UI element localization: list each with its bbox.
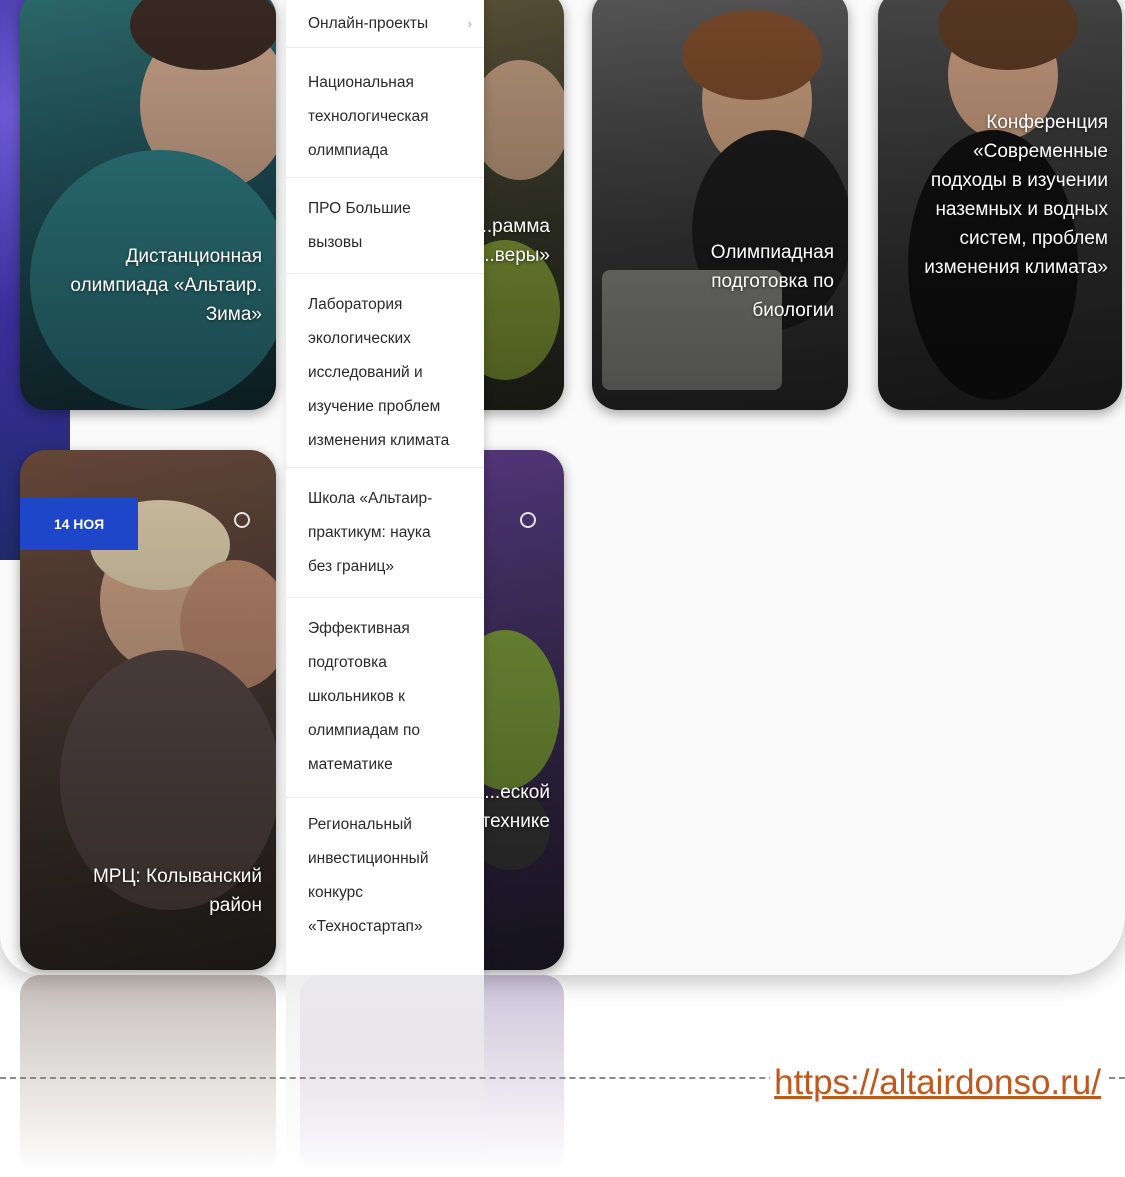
chevron-right-icon: ›	[467, 15, 472, 31]
clock-icon	[234, 512, 250, 528]
clock-icon	[520, 512, 536, 528]
date-badge: 14 НОЯ	[20, 498, 138, 550]
menu-item-label: Национальная технологическая олимпиада	[308, 74, 429, 159]
menu-item-math-olympiad-prep[interactable]: Эффективная подготовка школьников к олим…	[286, 598, 484, 798]
menu-item-technostartup[interactable]: Региональный инвестиционный конкурс «Тех…	[286, 798, 484, 958]
card-title: Дистанционная олимпиада «Альтаир. Зима»	[70, 246, 262, 325]
screenshot-frame: Дистанционная олимпиада «Альтаир. Зима» …	[0, 0, 1125, 975]
event-card-conference[interactable]: Конференция «Современные подходы в изуче…	[878, 0, 1122, 410]
menu-item-label: ПРО Большие вызовы	[308, 200, 411, 251]
card-title: Конференция «Современные подходы в изуче…	[924, 112, 1108, 278]
menu-item-eco-lab[interactable]: Лаборатория экологических исследований и…	[286, 274, 484, 468]
menu-item-online-projects[interactable]: Онлайн-проекты ›	[286, 0, 484, 48]
menu-item-altair-practicum[interactable]: Школа «Альтаир-практикум: наука без гран…	[286, 468, 484, 598]
menu-item-label: Онлайн-проекты	[308, 15, 429, 32]
menu-item-big-challenges[interactable]: ПРО Большие вызовы	[286, 178, 484, 274]
event-card-biology[interactable]: Олимпиадная подготовка по биологии	[592, 0, 848, 410]
menu-item-label: Региональный инвестиционный конкурс «Тех…	[308, 816, 429, 935]
projects-dropdown-menu: Онлайн-проекты › Национальная технологич…	[286, 0, 484, 975]
event-card-altair-winter[interactable]: Дистанционная олимпиада «Альтаир. Зима»	[20, 0, 276, 410]
event-card-mrc-kolyvan[interactable]: 14 НОЯ МРЦ: Колыванский район	[20, 450, 276, 970]
card-title: Олимпиадная подготовка по биологии	[710, 242, 834, 321]
menu-item-nto[interactable]: Национальная технологическая олимпиада	[286, 48, 484, 178]
menu-item-label: Школа «Альтаир-практикум: наука без гран…	[308, 490, 433, 575]
menu-item-label: Эффективная подготовка школьников к олим…	[308, 620, 420, 773]
menu-item-label: Лаборатория экологических исследований и…	[308, 296, 450, 449]
site-link[interactable]: https://altairdonso.ru/	[770, 1063, 1105, 1103]
card-title: МРЦ: Колыванский район	[92, 866, 262, 916]
